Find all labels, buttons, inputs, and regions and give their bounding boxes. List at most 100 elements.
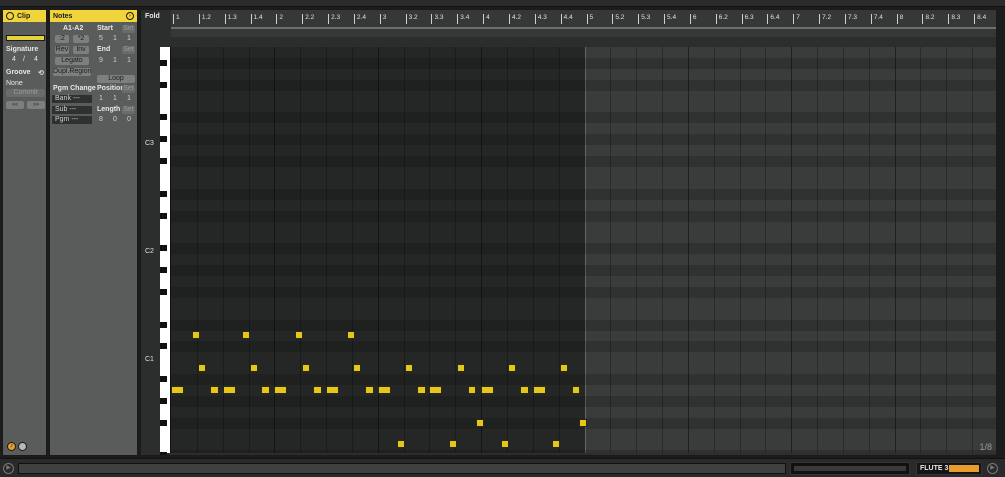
- midi-note[interactable]: [301, 364, 310, 373]
- midi-note[interactable]: [468, 385, 477, 394]
- end-bar[interactable]: 9: [96, 57, 108, 65]
- midi-note[interactable]: [295, 331, 304, 340]
- midi-note[interactable]: [209, 385, 219, 394]
- black-key[interactable]: [160, 158, 167, 164]
- beat-line: [636, 47, 638, 453]
- end-sixteenth[interactable]: 1: [124, 57, 136, 65]
- track-selector[interactable]: FLUTE 3: [916, 462, 982, 475]
- midi-note[interactable]: [416, 385, 426, 394]
- black-key[interactable]: [160, 452, 167, 455]
- midi-note[interactable]: [249, 364, 258, 373]
- midi-note[interactable]: [532, 385, 546, 394]
- clip-header[interactable]: Clip: [3, 10, 46, 22]
- midi-note[interactable]: [346, 331, 355, 340]
- grid-resolution[interactable]: 1/8: [979, 442, 992, 452]
- midi-note[interactable]: [500, 440, 509, 449]
- start-bar[interactable]: 5: [96, 35, 108, 43]
- play-icon[interactable]: ▶: [3, 463, 14, 474]
- signature-denominator[interactable]: 4: [34, 56, 38, 63]
- legato-button[interactable]: Legato: [55, 57, 89, 65]
- midi-note[interactable]: [377, 385, 391, 394]
- black-key[interactable]: [160, 419, 167, 426]
- invert-button[interactable]: Inv: [73, 46, 89, 54]
- clip-color-swatch[interactable]: [6, 35, 45, 41]
- midi-note[interactable]: [481, 385, 495, 394]
- note-grid[interactable]: [171, 47, 996, 453]
- midi-note[interactable]: [508, 364, 517, 373]
- midi-note[interactable]: [313, 385, 323, 394]
- pgm-field[interactable]: Pgm ---: [52, 116, 92, 124]
- midi-note[interactable]: [571, 385, 580, 394]
- midi-note[interactable]: [475, 418, 484, 427]
- clip-toggle-icon[interactable]: [6, 12, 14, 20]
- start-set-button[interactable]: Set: [122, 25, 135, 33]
- midi-note[interactable]: [397, 440, 406, 449]
- length-beat[interactable]: 0: [110, 116, 122, 124]
- bank-field[interactable]: Bank ---: [52, 95, 92, 103]
- signature-numerator[interactable]: 4: [12, 56, 16, 63]
- groove-value[interactable]: None: [6, 80, 23, 87]
- position-sixteenth[interactable]: 1: [124, 95, 136, 103]
- sample-icon[interactable]: [18, 442, 27, 451]
- black-key[interactable]: [160, 288, 167, 295]
- piano-keyboard[interactable]: [160, 47, 171, 455]
- circle-play-icon[interactable]: ▶: [987, 463, 998, 474]
- groove-hotswap-icon[interactable]: ⟲: [38, 69, 44, 77]
- length-sixteenth[interactable]: 0: [124, 116, 136, 124]
- nudge-forward-button[interactable]: >>: [27, 101, 45, 109]
- midi-note[interactable]: [191, 331, 200, 340]
- loop-brace[interactable]: [171, 27, 996, 29]
- midi-note[interactable]: [364, 385, 374, 394]
- midi-note[interactable]: [579, 418, 588, 427]
- midi-note[interactable]: [242, 331, 251, 340]
- midi-note[interactable]: [261, 385, 271, 394]
- midi-note[interactable]: [448, 440, 457, 449]
- start-beat[interactable]: 1: [110, 35, 122, 43]
- notes-header[interactable]: Notes ›: [50, 10, 137, 22]
- reverse-button[interactable]: Rev: [55, 46, 69, 54]
- midi-note[interactable]: [429, 385, 443, 394]
- black-key[interactable]: [160, 267, 167, 273]
- black-key[interactable]: [160, 397, 167, 404]
- midi-note[interactable]: [552, 440, 561, 449]
- midi-note[interactable]: [519, 385, 529, 394]
- midi-note[interactable]: [274, 385, 288, 394]
- length-bar[interactable]: 8: [96, 116, 108, 124]
- end-set-button[interactable]: Set: [122, 46, 135, 54]
- position-set-button[interactable]: Set: [122, 85, 135, 93]
- black-key[interactable]: [160, 81, 167, 88]
- position-bar[interactable]: 1: [96, 95, 108, 103]
- beat-ruler[interactable]: 1 1.2 1.3 1.4 2 2.2 2.3 2.4 3 3.2 3.3 3.4 4 4.2 4.3 4.4…: [171, 10, 996, 37]
- black-key[interactable]: [160, 59, 167, 66]
- notes-expand-icon[interactable]: ›: [126, 12, 134, 20]
- black-key[interactable]: [160, 376, 167, 382]
- black-key[interactable]: [160, 190, 167, 197]
- black-key[interactable]: [160, 245, 167, 252]
- launch-icon[interactable]: ♪: [7, 442, 16, 451]
- midi-note[interactable]: [353, 364, 362, 373]
- midi-note[interactable]: [222, 385, 236, 394]
- duplicate-region-button[interactable]: Dupl.Region: [53, 68, 92, 76]
- halve-button[interactable]: :2: [55, 35, 69, 43]
- midi-note[interactable]: [404, 364, 413, 373]
- black-key[interactable]: [160, 321, 167, 328]
- commit-button[interactable]: Commit: [6, 89, 45, 97]
- length-set-button[interactable]: Set: [122, 106, 135, 114]
- nudge-back-button[interactable]: <<: [6, 101, 24, 109]
- black-key[interactable]: [160, 136, 167, 143]
- end-beat[interactable]: 1: [110, 57, 122, 65]
- midi-note[interactable]: [198, 364, 207, 373]
- midi-note[interactable]: [456, 364, 465, 373]
- midi-note[interactable]: [326, 385, 339, 394]
- black-key[interactable]: [160, 212, 167, 219]
- position-beat[interactable]: 1: [110, 95, 122, 103]
- midi-note[interactable]: [171, 385, 184, 394]
- double-button[interactable]: *2: [73, 35, 89, 43]
- midi-note[interactable]: [559, 364, 568, 373]
- start-sixteenth[interactable]: 1: [124, 35, 136, 43]
- loop-button[interactable]: Loop: [97, 75, 135, 83]
- black-key[interactable]: [160, 114, 167, 121]
- fold-button[interactable]: Fold: [145, 13, 160, 20]
- sub-field[interactable]: Sub ---: [52, 106, 92, 114]
- black-key[interactable]: [160, 343, 167, 350]
